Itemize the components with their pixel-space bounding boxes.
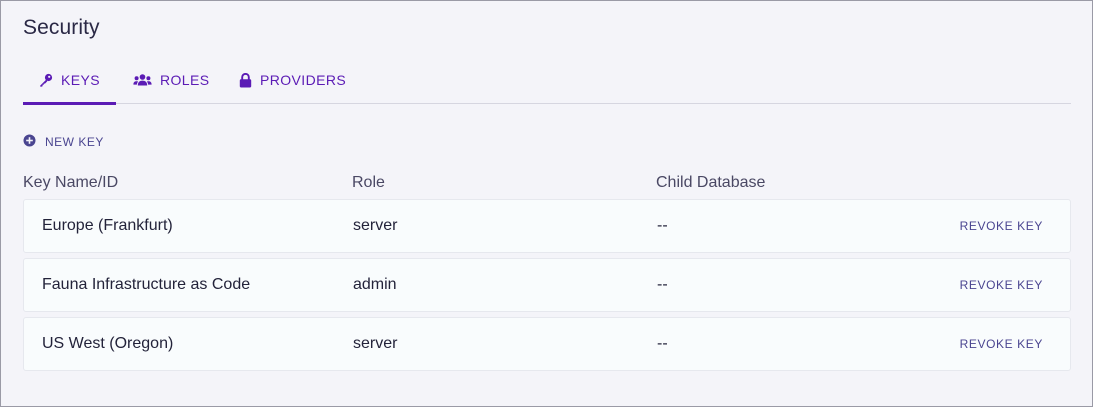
- tab-keys[interactable]: KEYS: [23, 56, 116, 105]
- key-icon: [39, 73, 53, 87]
- tab-bar: KEYS ROLES PROVIDERS: [23, 56, 1071, 105]
- plus-circle-icon: [23, 134, 36, 150]
- users-icon: [133, 73, 152, 87]
- revoke-key-button[interactable]: REVOKE KEY: [960, 200, 1043, 252]
- column-header-child-database: Child Database: [656, 174, 766, 191]
- table-row: Fauna Infrastructure as Code admin -- RE…: [23, 258, 1071, 312]
- lock-icon: [239, 72, 252, 88]
- new-key-label: NEW KEY: [45, 135, 104, 149]
- new-key-button[interactable]: NEW KEY: [23, 134, 104, 150]
- key-name-cell: Fauna Infrastructure as Code: [42, 276, 251, 293]
- role-cell: server: [353, 217, 398, 234]
- column-header-role: Role: [352, 174, 385, 191]
- tab-providers-label: PROVIDERS: [260, 72, 347, 88]
- table-row: US West (Oregon) server -- REVOKE KEY: [23, 317, 1071, 371]
- revoke-key-button[interactable]: REVOKE KEY: [960, 318, 1043, 370]
- role-cell: server: [353, 335, 398, 352]
- page-title: Security: [23, 16, 100, 39]
- tab-providers[interactable]: PROVIDERS: [239, 56, 346, 104]
- tab-roles[interactable]: ROLES: [133, 56, 209, 104]
- table-row: Europe (Frankfurt) server -- REVOKE KEY: [23, 199, 1071, 253]
- revoke-key-button[interactable]: REVOKE KEY: [960, 259, 1043, 311]
- child-database-cell: --: [657, 276, 668, 293]
- child-database-cell: --: [657, 335, 668, 352]
- role-cell: admin: [353, 276, 397, 293]
- key-name-cell: US West (Oregon): [42, 335, 174, 352]
- column-header-key-name: Key Name/ID: [23, 174, 119, 191]
- key-name-cell: Europe (Frankfurt): [42, 217, 173, 234]
- tab-keys-label: KEYS: [61, 72, 100, 88]
- child-database-cell: --: [657, 217, 668, 234]
- tab-roles-label: ROLES: [160, 72, 210, 88]
